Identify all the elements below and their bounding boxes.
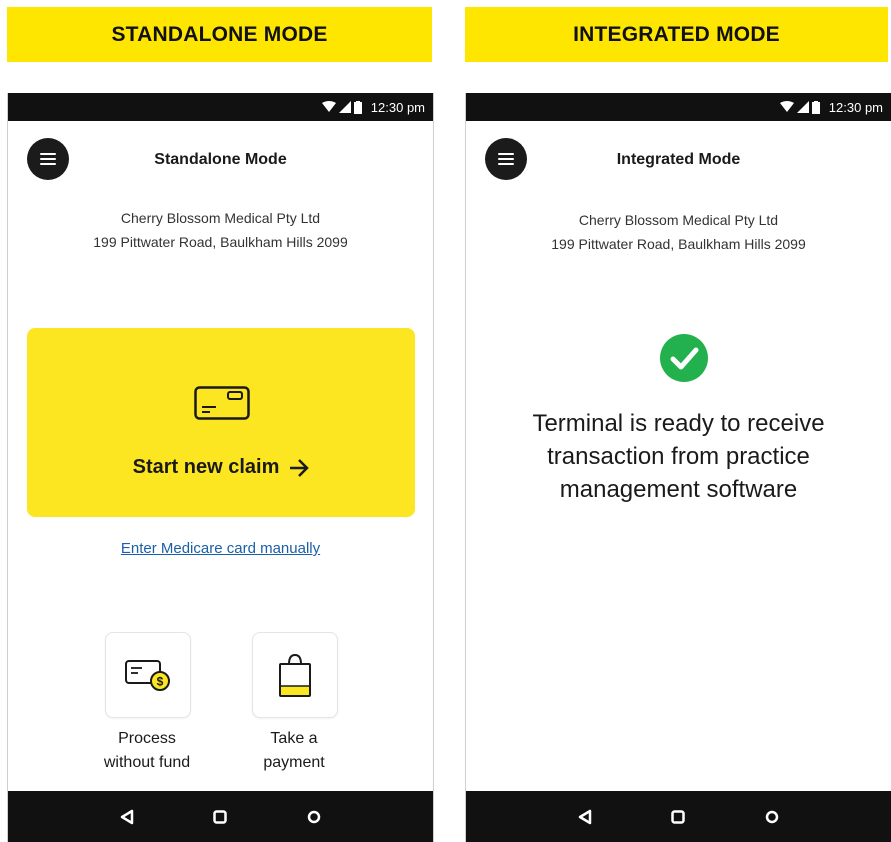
svg-text:$: $ <box>157 675 164 689</box>
home-square-icon <box>671 809 686 824</box>
nav-home-button[interactable] <box>663 802 693 832</box>
android-nav-bar <box>466 791 891 842</box>
nav-home-button[interactable] <box>205 802 235 832</box>
standalone-phone-screen: 12:30 pm Standalone Mode Cherry Blossom … <box>7 93 434 842</box>
check-circle-icon <box>660 334 708 382</box>
back-triangle-icon <box>578 809 592 824</box>
merchant-name: Cherry Blossom Medical Pty Ltd <box>578 212 779 228</box>
payment-label-line1: Take a <box>270 730 318 747</box>
shopping-bag-icon <box>279 653 311 697</box>
process-label-line1: Process <box>118 730 176 747</box>
take-a-payment-button[interactable] <box>252 632 338 718</box>
signal-icon <box>338 101 351 113</box>
status-time: 12:30 pm <box>828 99 883 115</box>
nav-back-button[interactable] <box>112 802 142 832</box>
wifi-icon <box>779 101 794 112</box>
enter-medicare-card-manually-link[interactable]: Enter Medicare card manually <box>8 540 433 557</box>
start-new-claim-text: Start new claim <box>132 456 280 478</box>
status-icons <box>321 100 362 114</box>
merchant-address: 199 Pittwater Road, Baulkham Hills 2099 <box>551 236 806 252</box>
card-icon <box>194 386 250 420</box>
status-bar: 12:30 pm <box>466 93 891 121</box>
process-without-fund-label: Process without fund <box>77 727 217 775</box>
process-without-fund-button[interactable]: $ <box>105 632 191 718</box>
wifi-icon <box>321 101 336 112</box>
take-a-payment-label: Take a payment <box>224 727 364 775</box>
recents-circle-icon <box>765 810 779 823</box>
standalone-mode-banner: STANDALONE MODE <box>7 7 432 62</box>
start-new-claim-button[interactable]: Start new claim <box>27 328 415 517</box>
integrated-phone-screen: 12:30 pm Integrated Mode Cherry Blossom … <box>465 93 891 842</box>
status-time: 12:30 pm <box>370 99 425 115</box>
nav-recents-button[interactable] <box>299 802 329 832</box>
arrow-right-icon <box>290 458 310 477</box>
nav-back-button[interactable] <box>570 802 600 832</box>
process-label-line2: without fund <box>103 754 191 771</box>
back-triangle-icon <box>120 809 134 824</box>
merchant-info: Cherry Blossom Medical Pty Ltd 199 Pittw… <box>8 206 433 254</box>
terminal-ready-message: Terminal is ready to receive transaction… <box>532 410 825 503</box>
payment-label-line2: payment <box>263 754 325 771</box>
battery-icon <box>811 100 820 114</box>
status-icons <box>779 100 820 114</box>
status-bar: 12:30 pm <box>8 93 433 121</box>
start-new-claim-label: Start new claim <box>27 456 415 479</box>
home-square-icon <box>213 809 228 824</box>
recents-circle-icon <box>307 810 321 823</box>
android-nav-bar <box>8 791 433 842</box>
card-coin-icon: $ <box>125 660 170 691</box>
page-title: Standalone Mode <box>154 151 287 168</box>
battery-icon <box>353 100 362 114</box>
nav-recents-button[interactable] <box>757 802 787 832</box>
merchant-address: 199 Pittwater Road, Baulkham Hills 2099 <box>93 234 348 250</box>
page-title: Integrated Mode <box>616 151 741 168</box>
merchant-info: Cherry Blossom Medical Pty Ltd 199 Pittw… <box>466 208 891 256</box>
integrated-mode-banner: INTEGRATED MODE <box>465 7 888 62</box>
merchant-name: Cherry Blossom Medical Pty Ltd <box>120 210 321 226</box>
signal-icon <box>796 101 809 113</box>
